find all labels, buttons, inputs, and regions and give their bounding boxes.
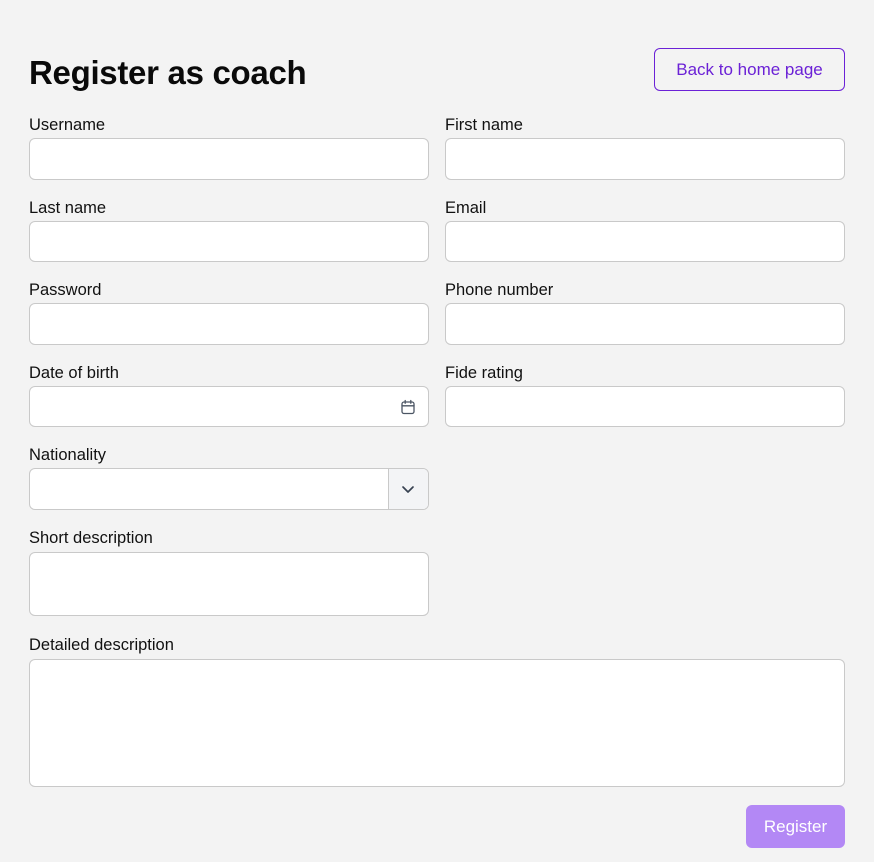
date-of-birth-label: Date of birth [29,364,119,382]
last-name-input[interactable] [29,221,429,262]
phone-number-input[interactable] [445,303,845,345]
fide-rating-label: Fide rating [445,364,523,382]
back-to-home-button[interactable]: Back to home page [654,48,845,91]
chevron-down-icon [402,486,414,493]
email-input[interactable] [445,221,845,262]
nationality-label: Nationality [29,446,107,464]
page-title: Register as coach [29,54,307,91]
nationality-dropdown-toggle[interactable] [388,469,428,509]
detailed-description-label: Detailed description [29,636,174,654]
fide-rating-input[interactable] [445,386,845,427]
first-name-input[interactable] [445,138,845,180]
email-label: Email [445,199,487,217]
detailed-description-textarea[interactable] [29,659,845,787]
first-name-label: First name [445,116,523,134]
username-label: Username [29,116,106,134]
short-description-textarea[interactable] [29,552,429,616]
register-button[interactable]: Register [746,805,845,848]
username-input[interactable] [29,138,429,180]
date-of-birth-field[interactable] [29,386,429,427]
last-name-label: Last name [29,199,107,217]
short-description-label: Short description [29,529,153,547]
phone-number-label: Phone number [445,281,554,299]
date-of-birth-input[interactable] [30,387,370,426]
calendar-icon[interactable] [400,399,416,415]
nationality-select[interactable] [29,468,429,510]
password-label: Password [29,281,102,299]
password-input[interactable] [29,303,429,345]
